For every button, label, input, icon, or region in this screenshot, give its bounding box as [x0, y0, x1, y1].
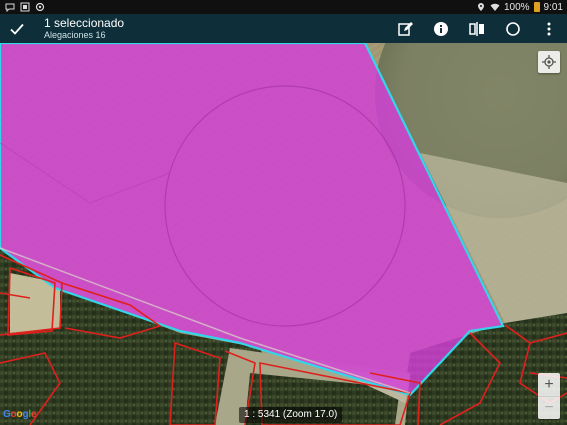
selection-titles: 1 seleccionado Alegaciones 16 — [44, 16, 125, 41]
layer-subtitle: Alegaciones 16 — [44, 30, 106, 40]
action-buttons — [393, 17, 561, 41]
zoom-in-button[interactable]: + — [538, 373, 560, 396]
sync-icon — [35, 2, 45, 12]
crosshair-icon — [542, 55, 556, 69]
zoom-controls: + − — [538, 373, 560, 419]
status-bar: 100% 9:01 — [0, 0, 567, 14]
status-icons-right: 100% 9:01 — [476, 0, 563, 14]
selection-count-title: 1 seleccionado — [44, 16, 125, 30]
info-icon — [434, 22, 448, 36]
circle-icon — [506, 22, 520, 36]
map-view[interactable]: + − Google 1 : 5341 (Zoom 17.0) — [0, 43, 567, 425]
scale-label: 1 : 5341 (Zoom 17.0) — [239, 407, 343, 423]
more-icon — [547, 22, 551, 36]
circle-button[interactable] — [501, 17, 525, 41]
more-options-button[interactable] — [537, 17, 561, 41]
notification-icon — [5, 3, 15, 12]
check-icon — [10, 23, 24, 35]
split-button[interactable] — [465, 17, 489, 41]
battery-percent: 100% — [503, 1, 530, 13]
split-icon — [469, 22, 484, 36]
done-button[interactable] — [6, 18, 28, 40]
satellite-imagery — [0, 43, 567, 425]
info-button[interactable] — [429, 17, 453, 41]
screenshot-icon — [20, 2, 30, 12]
wifi-icon — [490, 3, 500, 11]
edit-icon — [398, 22, 413, 36]
zoom-out-button[interactable]: − — [538, 396, 560, 419]
action-bar: 1 seleccionado Alegaciones 16 — [0, 14, 567, 43]
location-icon — [477, 3, 484, 11]
battery-icon — [533, 2, 540, 12]
my-location-button[interactable] — [538, 51, 560, 73]
edit-button[interactable] — [393, 17, 417, 41]
google-logo: Google — [3, 409, 37, 420]
clock: 9:01 — [543, 1, 563, 13]
status-icons-left — [5, 1, 45, 13]
